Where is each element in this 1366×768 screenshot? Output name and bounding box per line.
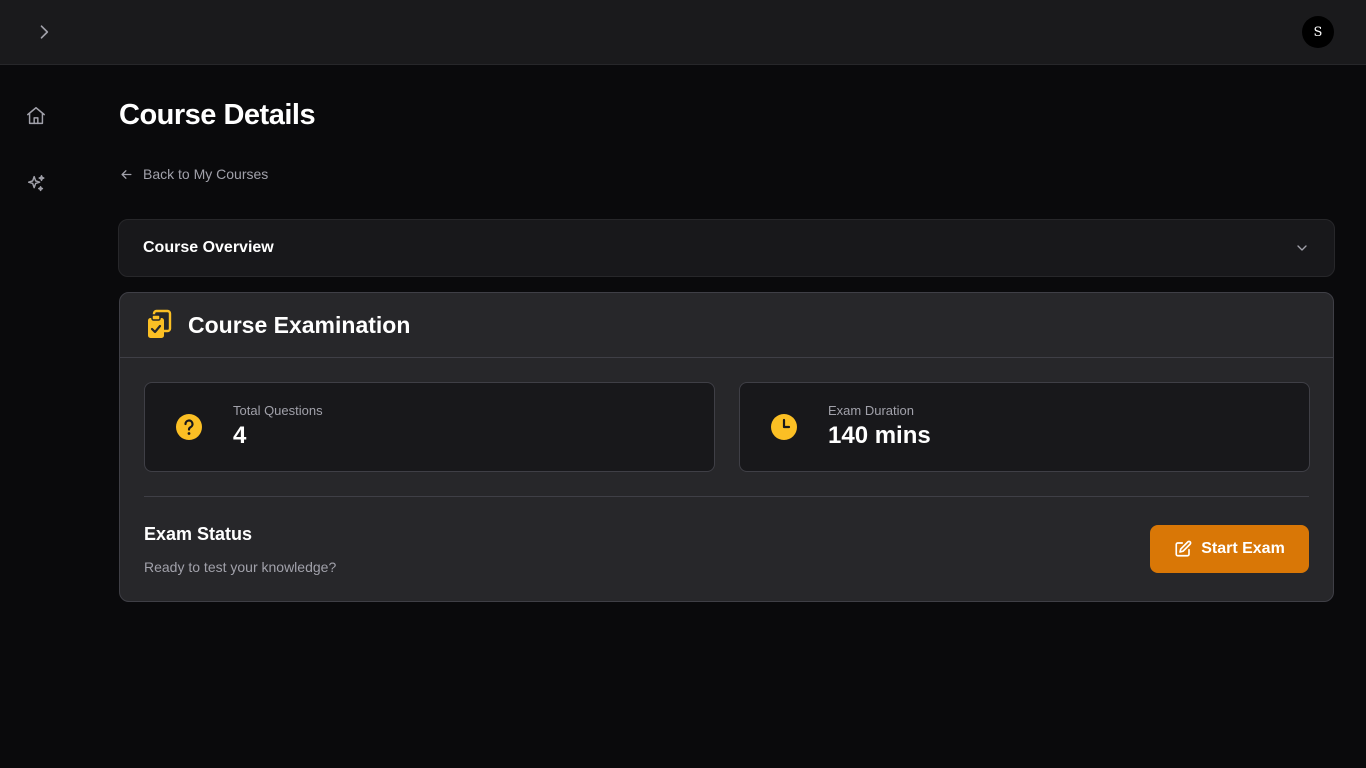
page-title: Course Details xyxy=(119,99,316,131)
user-avatar[interactable]: S xyxy=(1302,16,1334,48)
back-to-courses-link[interactable]: Back to My Courses xyxy=(119,164,268,184)
course-examination-card: Course Examination Total Questions 4 Exa… xyxy=(119,292,1334,602)
clock-icon xyxy=(771,414,797,440)
total-questions-stat: Total Questions 4 xyxy=(144,382,715,472)
course-overview-accordion[interactable]: Course Overview xyxy=(118,219,1335,277)
stat-label: Total Questions xyxy=(233,403,323,418)
top-bar: S xyxy=(0,0,1366,65)
chevron-down-icon xyxy=(1297,245,1307,251)
chevron-right-icon xyxy=(40,25,49,39)
divider xyxy=(144,496,1309,497)
exam-status-title: Exam Status xyxy=(144,524,253,544)
back-link-label: Back to My Courses xyxy=(143,166,269,182)
exam-card-header: Course Examination xyxy=(120,293,1333,358)
sidebar-toggle-button[interactable] xyxy=(30,18,58,46)
stat-value: 4 xyxy=(233,422,247,449)
sidebar-item-home[interactable] xyxy=(22,102,50,130)
clipboard-check-icon xyxy=(148,309,172,338)
start-exam-button[interactable]: Start Exam xyxy=(1150,525,1309,573)
edit-icon xyxy=(1175,540,1192,557)
start-exam-label: Start Exam xyxy=(1201,540,1285,557)
sidebar xyxy=(0,65,72,768)
course-overview-title: Course Overview xyxy=(143,239,274,256)
sidebar-item-ai[interactable] xyxy=(22,170,50,198)
exam-card-title: Course Examination xyxy=(188,311,411,338)
stat-label: Exam Duration xyxy=(828,403,914,418)
exam-duration-stat: Exam Duration 140 mins xyxy=(739,382,1310,472)
sparkles-icon xyxy=(27,175,45,192)
stat-value: 140 mins xyxy=(828,422,931,449)
home-icon xyxy=(27,107,45,125)
question-circle-icon xyxy=(176,414,202,440)
arrow-left-icon xyxy=(121,169,132,179)
exam-status-description: Ready to test your knowledge? xyxy=(144,559,337,575)
